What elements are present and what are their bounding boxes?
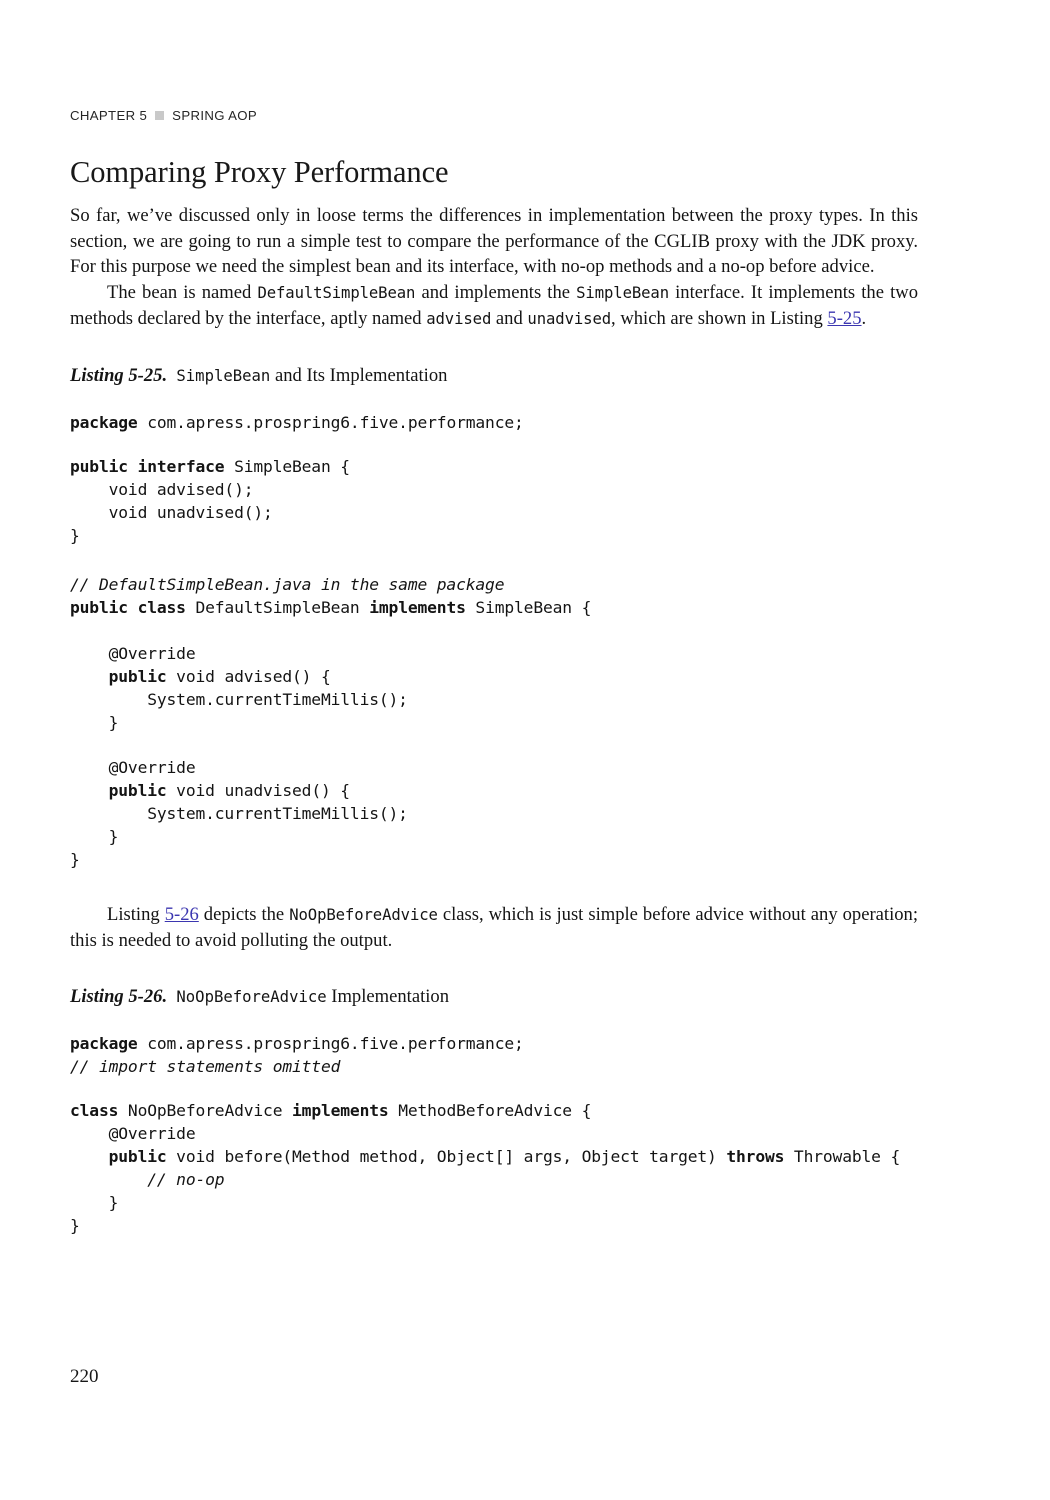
running-head-chapter: CHAPTER 5 xyxy=(70,108,148,123)
running-head: CHAPTER 5 SPRING AOP xyxy=(70,108,257,123)
text-run: , which are shown in Listing xyxy=(611,308,828,330)
cross-reference-link-5-26[interactable]: 5-26 xyxy=(165,904,199,925)
page-number: 220 xyxy=(70,1366,99,1387)
code-block-defaultsimplebean: // DefaultSimpleBean.java in the same pa… xyxy=(70,575,592,869)
code-block-package-2: package com.apress.prospring6.five.perfo… xyxy=(70,1033,918,1079)
listing-caption-code: NoOpBeforeAdvice xyxy=(176,988,327,1007)
inline-code-noopbeforeadvice: NoOpBeforeAdvice xyxy=(289,905,438,924)
listing-label: Listing 5-26. xyxy=(70,986,168,1008)
square-separator-icon xyxy=(155,111,165,120)
text-run: The bean is named xyxy=(107,281,258,303)
paragraph-intro: So far, we’ve discussed only in loose te… xyxy=(70,205,918,278)
listing-label: Listing 5-25. xyxy=(70,364,168,386)
listing-caption-text: and Its Implementation xyxy=(270,364,448,386)
listing-caption-5-26: Listing 5-26. NoOpBeforeAdvice Implement… xyxy=(70,984,918,1011)
listing-caption-text: Implementation xyxy=(326,986,450,1008)
package-name: com.apress.prospring6.five.performance; xyxy=(137,412,524,432)
code-comment: // import statements omitted xyxy=(70,1056,341,1076)
inline-code-unadvised: unadvised xyxy=(527,310,612,329)
paragraph-bean-description: The bean is named DefaultSimpleBean and … xyxy=(70,280,918,333)
code-block-simplebean-interface: public interface SimpleBean { void advis… xyxy=(70,457,350,546)
inline-code-defaultsimplebean: DefaultSimpleBean xyxy=(257,283,416,302)
document-page: CHAPTER 5 SPRING AOP Comparing Proxy Per… xyxy=(0,0,1050,1500)
inline-code-simplebean: SimpleBean xyxy=(576,283,670,302)
code-block-package-1: package com.apress.prospring6.five.perfo… xyxy=(70,412,918,435)
listing-caption-code: SimpleBean xyxy=(176,366,271,385)
running-head-title: SPRING AOP xyxy=(172,108,258,123)
listing-caption-5-25: Listing 5-25. SimpleBean and Its Impleme… xyxy=(70,363,918,390)
text-run: Listing xyxy=(107,903,165,925)
text-run: and implements the xyxy=(415,281,577,303)
code-comment: // DefaultSimpleBean.java in the same pa… xyxy=(70,575,505,595)
code-block-noopbeforeadvice: class NoOpBeforeAdvice implements Method… xyxy=(70,1101,901,1235)
text-run: and xyxy=(491,308,528,330)
text-run: depicts the xyxy=(198,903,290,925)
page-title: Comparing Proxy Performance xyxy=(70,155,449,189)
keyword-package: package xyxy=(70,412,138,432)
content-column: So far, we’ve discussed only in loose te… xyxy=(70,203,918,1238)
text-run: . xyxy=(861,308,867,330)
inline-code-advised: advised xyxy=(426,310,492,329)
paragraph-advice-description: Listing 5-26 depicts the NoOpBeforeAdvic… xyxy=(70,902,918,954)
cross-reference-link-5-25[interactable]: 5-25 xyxy=(827,308,861,329)
package-name: com.apress.prospring6.five.performance; xyxy=(137,1033,524,1053)
keyword-package: package xyxy=(70,1033,138,1053)
